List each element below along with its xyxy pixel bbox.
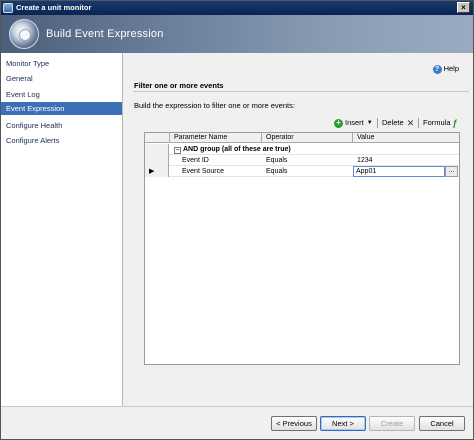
wizard-banner: Build Event Expression [1,15,473,53]
help-label: Help [443,64,459,73]
column-header-operator[interactable]: Operator [262,133,353,143]
delete-label: Delete [382,118,404,127]
next-button[interactable]: Next > [320,416,366,431]
section-title: Filter one or more events [134,81,224,90]
sidebar-item-configure-health[interactable]: Configure Health [1,119,122,132]
formula-icon: ƒ [452,118,458,129]
collapse-icon[interactable]: − [174,147,181,154]
previous-button[interactable]: < Previous [271,416,317,431]
row-handle [145,155,169,166]
operator-cell[interactable]: Equals [262,166,287,177]
table-row[interactable]: Event ID Equals 1234 [145,155,459,166]
close-icon[interactable]: × [457,2,470,13]
group-label: AND group (all of these are true) [183,146,291,153]
cancel-button[interactable]: Cancel [419,416,465,431]
delete-button[interactable]: Delete ✕ [382,116,414,130]
delete-icon: ✕ [406,118,415,129]
banner-title: Build Event Expression [46,28,164,40]
group-row[interactable]: − AND group (all of these are true) [145,144,459,155]
insert-label: Insert [345,118,364,127]
app-icon [3,3,13,13]
formula-label: Formula [423,118,451,127]
window-title: Create a unit monitor [16,3,92,12]
wizard-logo-icon [9,19,39,49]
operator-cell[interactable]: Equals [262,155,287,166]
expression-grid: Parameter Name Operator Value − AND group… [144,132,460,365]
row-pointer-icon: ▶ [149,168,155,175]
dropdown-icon[interactable]: ▼ [367,116,373,130]
instructions-text: Build the expression to filter one or mo… [134,101,295,110]
wizard-window: Create a unit monitor × Build Event Expr… [0,0,474,440]
sidebar-item-event-expression[interactable]: Event Expression [1,102,122,115]
title-bar: Create a unit monitor × [1,1,473,15]
help-icon: ? [432,64,442,74]
browse-value-button[interactable]: ... [445,166,458,177]
sidebar-item-event-log[interactable]: Event Log [1,88,122,101]
table-row[interactable]: ▶ Event Source Equals ... [145,166,459,177]
help-link[interactable]: ? Help [432,64,459,74]
sidebar-item-configure-alerts[interactable]: Configure Alerts [1,134,122,147]
toolbar-separator [418,118,419,128]
insert-button[interactable]: + Insert ▼ [334,116,373,130]
parameter-cell[interactable]: Event Source [178,166,224,177]
create-button[interactable]: Create [369,416,415,431]
row-handle [145,144,169,155]
insert-icon: + [334,118,343,128]
parameter-cell[interactable]: Event ID [178,155,209,166]
row-header-column [145,133,170,143]
toolbar-separator [377,118,378,128]
section-divider [133,91,469,92]
sidebar-item-general[interactable]: General [1,72,122,85]
column-header-parameter[interactable]: Parameter Name [170,133,262,143]
wizard-footer: < Previous Next > Create Cancel [1,406,473,439]
formula-button[interactable]: Formula ƒ [423,116,458,130]
column-header-value[interactable]: Value [353,133,459,143]
group-label-cell: − AND group (all of these are true) [170,144,291,155]
wizard-step-nav: Monitor Type General Event Log Event Exp… [1,53,123,406]
value-input[interactable] [353,166,445,177]
sidebar-item-monitor-type[interactable]: Monitor Type [1,57,122,70]
row-handle: ▶ [145,166,169,177]
grid-header: Parameter Name Operator Value [145,133,459,143]
value-cell[interactable]: 1234 [353,155,373,166]
